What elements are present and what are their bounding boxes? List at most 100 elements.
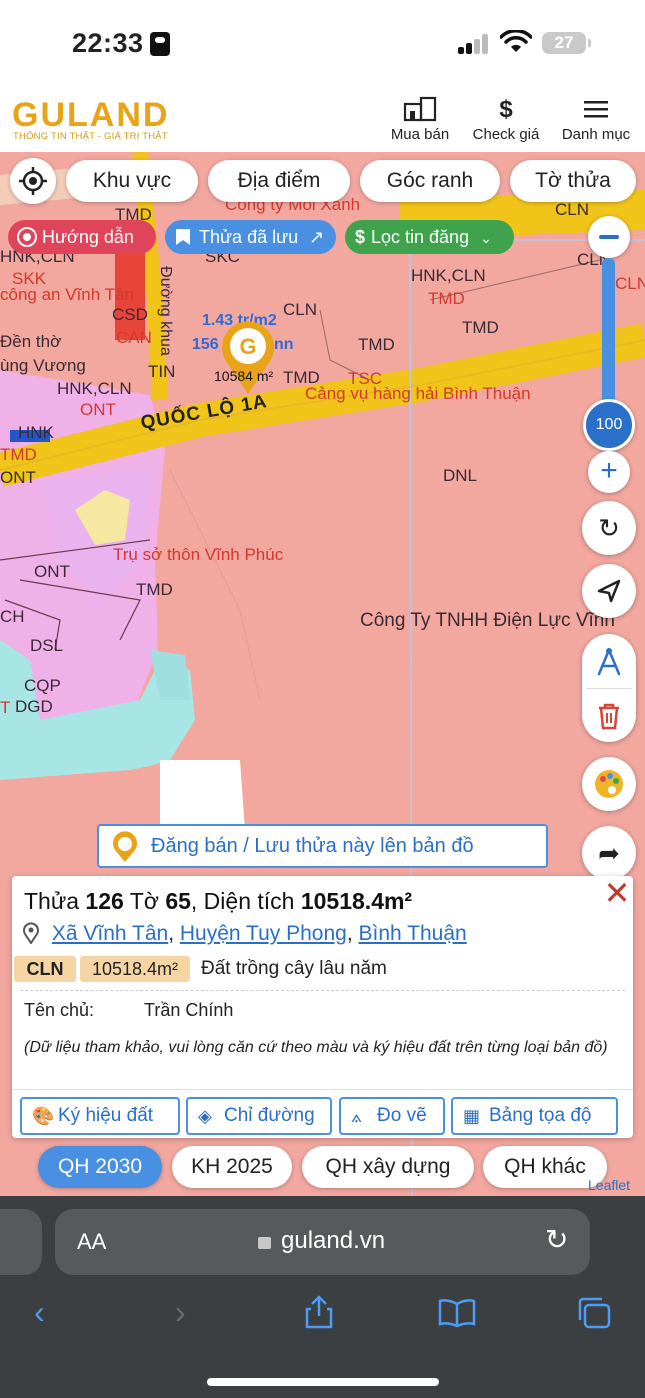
draw-tools-group <box>582 634 636 742</box>
owner-label: Tên chủ: <box>24 1000 95 1020</box>
plus-icon: + <box>600 454 618 487</box>
map-label: DGD <box>15 697 53 716</box>
map-label-red: Cảng vụ hàng hải Bình Thuận <box>305 384 531 403</box>
land-symbol-button[interactable]: 🎨 Ký hiệu đất <box>20 1097 180 1135</box>
measure-button[interactable]: ⟑ Đo vẽ <box>339 1097 445 1135</box>
map-label: HNK <box>18 423 54 442</box>
nav-check-gia[interactable]: $ Check giá <box>466 96 546 143</box>
guland-logo[interactable]: GULAND <box>12 96 169 135</box>
signal-icon <box>458 34 490 54</box>
post-parcel-label: Đăng bán / Lưu thửa này lên bản đồ <box>151 835 474 857</box>
map-label: TIN <box>148 362 176 381</box>
share-icon[interactable] <box>303 1294 335 1330</box>
zoom-in-button[interactable]: + <box>588 451 630 493</box>
home-indicator <box>207 1378 439 1386</box>
saved-chip[interactable]: Thửa đã lưu ↗ <box>165 220 336 254</box>
nav-mua-ban[interactable]: Mua bán <box>385 96 455 143</box>
map-label: TMD <box>358 335 395 354</box>
close-button[interactable]: ✕ <box>600 877 634 912</box>
bookmarks-icon[interactable] <box>438 1298 476 1328</box>
parcel-title: Thửa 126 Tờ 65, Diện tích 10518.4m² <box>24 888 412 915</box>
filter-to-thua[interactable]: Tờ thửa <box>510 160 636 202</box>
area-label: , Diện tích <box>190 888 295 914</box>
address-bar[interactable]: AA guland.vn ↻ <box>55 1209 590 1275</box>
wifi-icon <box>500 30 532 52</box>
map-label: ONT <box>0 468 36 487</box>
zoom-level-value: 100 <box>595 416 623 433</box>
trash-icon[interactable] <box>596 702 622 730</box>
map-label-red: ONT <box>80 400 116 419</box>
locate-button[interactable] <box>10 158 56 204</box>
share-arrow-icon: ➦ <box>598 838 620 868</box>
url-text[interactable]: guland.vn <box>281 1227 385 1255</box>
share-button[interactable]: ➦ <box>582 826 636 880</box>
refresh-button[interactable]: ↻ <box>582 501 636 555</box>
map-label: CQP <box>24 676 61 695</box>
battery-indicator: 27 <box>542 32 591 54</box>
map-company-label: Công Ty TNHH Điện Lực Vĩnh <box>360 610 615 631</box>
navigate-button[interactable] <box>582 564 636 618</box>
address-district-link[interactable]: Huyện Tuy Phong <box>180 922 347 945</box>
zoom-out-button[interactable] <box>588 216 630 258</box>
map-road-side-label: Đường khua <box>156 266 174 356</box>
divider <box>12 1089 633 1090</box>
map-label: CH <box>0 607 25 626</box>
map-label-red: TMD <box>0 445 37 464</box>
tab-qh-xay-dung[interactable]: QH xây dựng <box>302 1146 474 1188</box>
post-parcel-button[interactable]: Đăng bán / Lưu thửa này lên bản đồ <box>97 824 548 868</box>
parcel-number: 126 <box>85 888 124 914</box>
filter-listing-chip[interactable]: $ Lọc tin đăng ⌄ <box>345 220 514 254</box>
forward-icon: › <box>175 1294 186 1330</box>
dollar-icon: $ <box>355 227 366 247</box>
map-label: DNL <box>443 466 478 485</box>
measure-label: Đo vẽ <box>377 1105 427 1126</box>
price-label-2: 156 <box>192 336 219 353</box>
map-label: CLN <box>555 200 590 219</box>
land-area-badge: 10518.4m² <box>80 956 190 982</box>
parcel-marker[interactable]: G <box>218 316 278 396</box>
svg-text:G: G <box>239 334 256 359</box>
coordinate-table-button[interactable]: ▦ Bảng tọa độ <box>451 1097 618 1135</box>
map-label: TMD <box>462 318 499 337</box>
zoom-slider-track[interactable] <box>602 258 615 408</box>
logo-tagline: THÔNG TIN THẬT - GIÁ TRỊ THẬT <box>13 131 168 142</box>
land-type: Đất trồng cây lâu năm <box>201 958 387 979</box>
menu-icon <box>584 101 608 118</box>
filter-khu-vuc[interactable]: Khu vực <box>66 160 198 202</box>
zoom-level-indicator[interactable]: 100 <box>583 399 635 451</box>
filter-listing-label: Lọc tin đăng <box>371 227 470 247</box>
table-icon: ▦ <box>463 1106 481 1126</box>
tab-qh-2030[interactable]: QH 2030 <box>38 1146 162 1188</box>
target-icon <box>17 227 37 247</box>
id-card-icon <box>150 32 170 56</box>
compass-draw-icon[interactable] <box>593 646 625 678</box>
directions-button[interactable]: ◈ Chỉ đường <box>186 1097 332 1135</box>
map-label: ùng Vương <box>0 356 86 375</box>
back-icon[interactable]: ‹ <box>34 1294 45 1331</box>
address-province-link[interactable]: Bình Thuận <box>359 922 467 945</box>
disclaimer-note: (Dữ liệu tham khảo, vui lòng căn cứ theo… <box>24 1039 608 1056</box>
lock-icon <box>258 1237 271 1249</box>
text-size-button[interactable]: AA <box>77 1229 106 1255</box>
map-label: DSL <box>30 636 64 655</box>
reload-icon[interactable]: ↻ <box>545 1223 568 1256</box>
leaflet-attribution[interactable]: Leaflet <box>588 1177 630 1193</box>
palette-button[interactable] <box>582 757 636 811</box>
previous-tab-preview[interactable] <box>0 1209 42 1275</box>
tab-kh-2025[interactable]: KH 2025 <box>172 1146 292 1188</box>
address-commune-link[interactable]: Xã Vĩnh Tân <box>52 922 168 945</box>
nav-danh-muc[interactable]: Danh mục <box>556 96 636 143</box>
nav-label: Check giá <box>472 126 540 143</box>
directions-icon: ◈ <box>198 1106 212 1126</box>
filter-goc-ranh[interactable]: Góc ranh <box>360 160 500 202</box>
parcel-title-prefix: Thửa <box>24 888 80 914</box>
tabs-icon[interactable] <box>576 1296 612 1330</box>
guide-chip[interactable]: Hướng dẫn <box>8 220 156 254</box>
nav-label: Mua bán <box>390 126 450 143</box>
location-pin-icon: G <box>222 321 274 394</box>
map-label: HNK,CLN <box>57 379 132 398</box>
map-label-red: TMD <box>428 289 465 308</box>
bookmark-icon <box>176 229 190 245</box>
directions-label: Chỉ đường <box>224 1105 315 1126</box>
filter-dia-diem[interactable]: Địa điểm <box>208 160 350 202</box>
